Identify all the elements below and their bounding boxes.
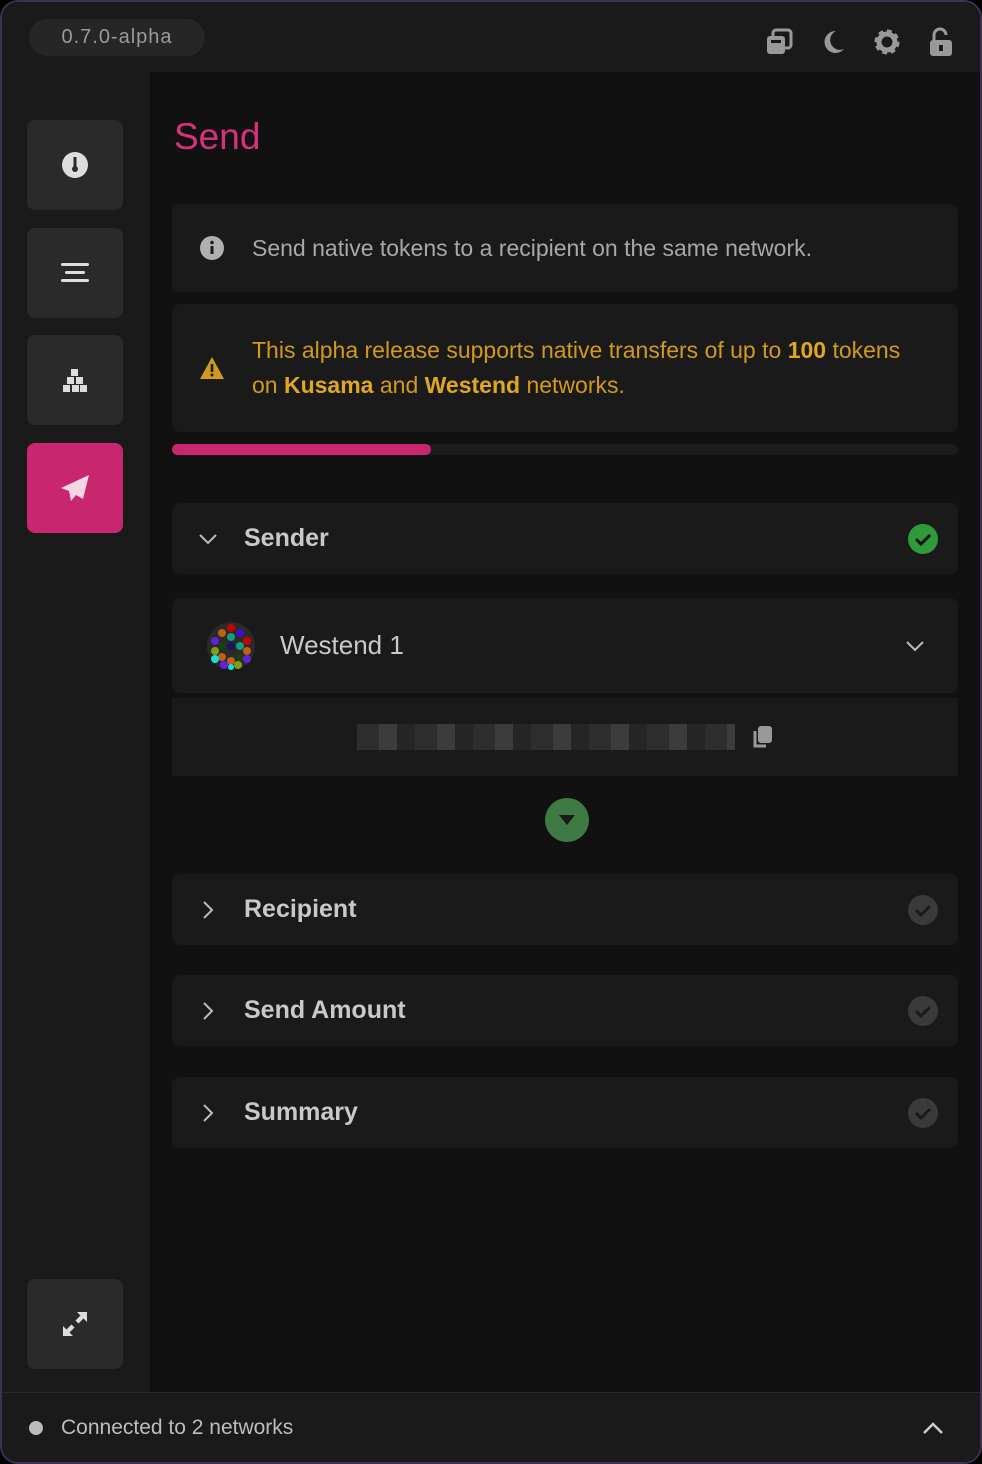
gauge-icon (62, 152, 88, 178)
progress-bar (172, 444, 958, 455)
check-circle-icon (908, 995, 938, 1026)
check-circle-icon (908, 1097, 938, 1128)
expand-icon (63, 1312, 87, 1336)
page-title: Send (174, 116, 261, 157)
gear-icon[interactable] (872, 26, 902, 58)
chevron-right-icon (203, 1103, 214, 1122)
connection-status: Connected to 2 networks (61, 1415, 294, 1439)
windows-icon[interactable] (764, 26, 794, 58)
info-icon (200, 236, 224, 260)
section-sender[interactable]: Sender (172, 503, 958, 574)
main-content: Send Send native tokens to a recipient o… (150, 72, 980, 1394)
address-redacted (357, 724, 735, 750)
header: 0.7.0-alpha (2, 2, 980, 72)
check-circle-icon (908, 523, 938, 554)
section-summary[interactable]: Summary (172, 1077, 958, 1148)
caret-down-icon (559, 815, 575, 825)
moon-icon[interactable] (818, 26, 848, 58)
section-send-amount[interactable]: Send Amount (172, 975, 958, 1046)
paper-plane-icon (61, 475, 89, 501)
address-row (172, 698, 958, 776)
identicon (207, 621, 255, 670)
section-label: Summary (244, 1098, 358, 1126)
app-window: 0.7.0-alpha Send Send native tokens to a… (0, 0, 982, 1464)
info-text: Send native tokens to a recipient on the… (252, 234, 812, 261)
section-label: Sender (244, 524, 329, 552)
chevron-right-icon (203, 1001, 214, 1020)
sidebar-item-send[interactable] (27, 443, 123, 533)
cubes-icon (63, 369, 87, 392)
unlock-icon[interactable] (926, 26, 956, 58)
expand-button[interactable] (27, 1279, 123, 1369)
chevron-right-icon (203, 900, 214, 919)
warning-icon (200, 357, 224, 379)
sidebar-item-networks[interactable] (27, 335, 123, 425)
section-recipient[interactable]: Recipient (172, 874, 958, 945)
chevron-down-icon (906, 640, 924, 651)
chevron-up-icon[interactable] (922, 1421, 944, 1435)
sidebar (2, 72, 150, 1394)
sidebar-item-overview[interactable] (27, 120, 123, 210)
section-label: Recipient (244, 895, 357, 923)
chevron-down-icon (199, 533, 217, 544)
warning-box: This alpha release supports native trans… (172, 304, 958, 432)
progress-fill (172, 444, 432, 455)
version-badge: 0.7.0-alpha (29, 19, 205, 56)
status-dot-icon (29, 1420, 43, 1435)
check-circle-icon (908, 894, 938, 925)
copy-icon[interactable] (751, 725, 773, 749)
list-icon (61, 263, 89, 282)
section-label: Send Amount (244, 996, 406, 1024)
next-step-button[interactable] (545, 798, 589, 842)
info-box: Send native tokens to a recipient on the… (172, 204, 958, 292)
sidebar-item-accounts[interactable] (27, 228, 123, 318)
account-select[interactable]: Westend 1 (172, 598, 958, 693)
warning-text: This alpha release supports native trans… (252, 337, 901, 398)
account-name: Westend 1 (280, 630, 404, 660)
status-bar[interactable]: Connected to 2 networks (2, 1392, 980, 1462)
